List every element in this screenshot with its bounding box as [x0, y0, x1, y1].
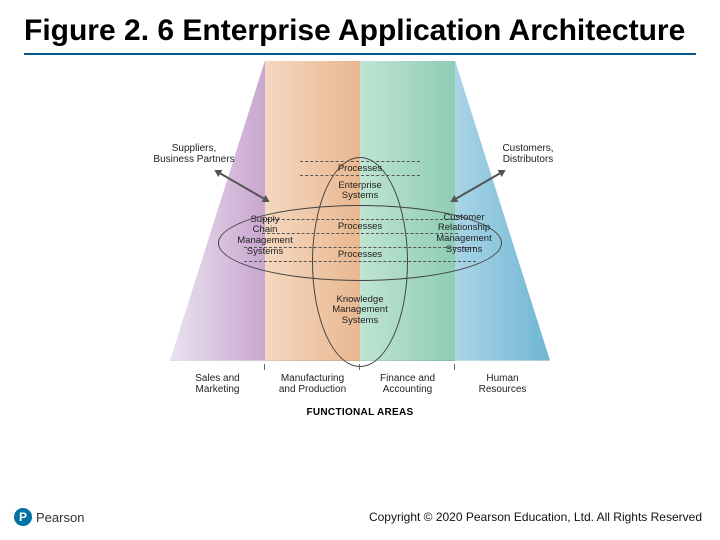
label-scm: Supply Chain Management Systems — [226, 215, 304, 259]
page-title: Figure 2. 6 Enterprise Application Archi… — [24, 14, 696, 49]
brand-logo: P Pearson — [14, 508, 84, 526]
copyright-text: Copyright © 2020 Pearson Education, Ltd.… — [369, 510, 702, 524]
functional-area: Human Resources — [455, 373, 550, 395]
functional-area: Sales and Marketing — [170, 373, 265, 395]
label-kms: Knowledge Management Systems — [315, 295, 405, 328]
process-band-1: Processes — [300, 161, 420, 176]
process-label-3: Processes — [338, 248, 382, 262]
divider-tick — [454, 364, 455, 370]
label-enterprise-systems: Enterprise Systems — [320, 181, 400, 203]
divider-tick — [359, 364, 360, 370]
slide: Figure 2. 6 Enterprise Application Archi… — [0, 0, 720, 540]
functional-area: Manufacturing and Production — [265, 373, 360, 395]
functional-areas-row: Sales and Marketing Manufacturing and Pr… — [170, 373, 550, 395]
brand-icon: P — [14, 508, 32, 526]
functional-area: Finance and Accounting — [360, 373, 455, 395]
actor-customers: Customers, Distributors — [480, 143, 576, 166]
functional-areas-heading: FUNCTIONAL AREAS — [306, 407, 413, 418]
process-label-1: Processes — [338, 162, 382, 176]
label-crm: Customer Relationship Management Systems — [420, 213, 508, 257]
actor-suppliers: Suppliers, Business Partners — [146, 143, 242, 166]
process-label-2: Processes — [338, 220, 382, 234]
divider-tick — [264, 364, 265, 370]
title-underline — [24, 53, 696, 55]
brand-name: Pearson — [36, 510, 84, 525]
diagram: Suppliers, Business Partners Customers, … — [140, 61, 580, 451]
footer: P Pearson Copyright © 2020 Pearson Educa… — [0, 508, 720, 526]
